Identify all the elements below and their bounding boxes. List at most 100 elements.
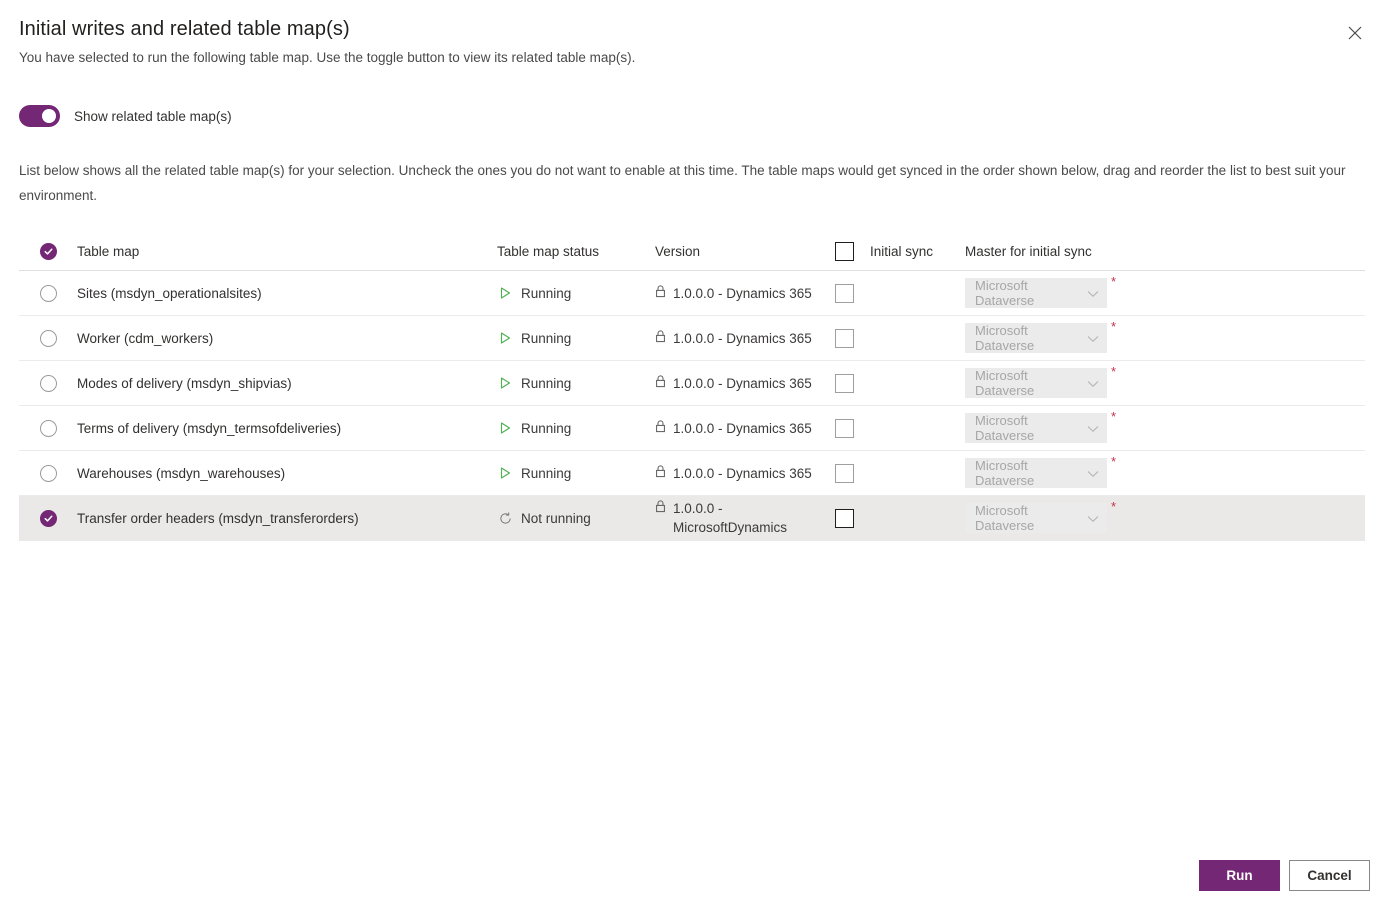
lock-icon xyxy=(655,374,666,391)
master-for-initial-sync-dropdown[interactable]: Microsoft Dataverse xyxy=(965,278,1107,308)
row-initial-sync-cell xyxy=(835,508,965,528)
master-for-initial-sync-dropdown[interactable]: Microsoft Dataverse xyxy=(965,503,1107,533)
row-initial-sync-checkbox[interactable] xyxy=(835,463,854,483)
chevron-down-icon xyxy=(1087,511,1099,526)
row-select-cell xyxy=(19,419,77,437)
row-version: 1.0.0.0 - Dynamics 365 xyxy=(655,374,835,393)
initial-writes-dialog: Initial writes and related table map(s) … xyxy=(0,0,1389,907)
row-version-label: 1.0.0.0 - Dynamics 365 xyxy=(673,285,812,301)
toggle-label: Show related table map(s) xyxy=(74,108,232,124)
row-master-cell: Microsoft Dataverse * xyxy=(965,319,1365,353)
row-status-label: Running xyxy=(521,285,572,301)
table-row[interactable]: Sites (msdyn_operationalsites) Running 1… xyxy=(19,271,1365,316)
row-master-cell: Microsoft Dataverse * xyxy=(965,409,1365,443)
required-asterisk: * xyxy=(1111,409,1117,424)
select-all-circle[interactable] xyxy=(39,243,57,260)
dialog-description: List below shows all the related table m… xyxy=(19,163,1346,203)
row-select-cell xyxy=(19,284,77,302)
row-master-cell: Microsoft Dataverse * xyxy=(965,274,1365,308)
cancel-button[interactable]: Cancel xyxy=(1289,860,1370,891)
row-status-label: Running xyxy=(521,420,572,436)
row-version-label: 1.0.0.0 - Dynamics 365 xyxy=(673,465,812,481)
row-version: 1.0.0.0 - Dynamics 365 xyxy=(655,329,835,348)
table-row[interactable]: Warehouses (msdyn_warehouses) Running 1.… xyxy=(19,451,1365,496)
row-table-map-name: Terms of delivery (msdyn_termsofdeliveri… xyxy=(77,420,342,436)
table-row[interactable]: Terms of delivery (msdyn_termsofdeliveri… xyxy=(19,406,1365,451)
header-initial-sync-label: Initial sync xyxy=(870,244,934,259)
row-status: Running xyxy=(497,466,655,481)
row-status: Running xyxy=(497,376,655,391)
header-master-for-initial-sync: Master for initial sync xyxy=(965,244,1365,259)
row-version: 1.0.0.0 - Dynamics 365 xyxy=(655,419,835,438)
row-select-circle[interactable] xyxy=(39,284,57,302)
row-status: Running xyxy=(497,331,655,346)
master-dropdown-value: Microsoft Dataverse xyxy=(975,413,1035,443)
master-for-initial-sync-dropdown[interactable]: Microsoft Dataverse xyxy=(965,323,1107,353)
master-for-initial-sync-dropdown[interactable]: Microsoft Dataverse xyxy=(965,368,1107,398)
row-initial-sync-checkbox[interactable] xyxy=(835,328,854,348)
table-header-row: Table map Table map status Version Initi… xyxy=(19,233,1365,271)
toggle-knob xyxy=(42,109,56,123)
chevron-down-icon xyxy=(1087,466,1099,481)
row-version: 1.0.0.0 - Dynamics 365 xyxy=(655,464,835,483)
row-select-circle[interactable] xyxy=(39,419,57,437)
show-related-toggle-row: Show related table map(s) xyxy=(19,105,232,127)
master-dropdown-value: Microsoft Dataverse xyxy=(975,458,1035,488)
row-select-cell xyxy=(19,464,77,482)
row-select-circle[interactable] xyxy=(39,329,57,347)
dialog-footer: Run Cancel xyxy=(1199,860,1370,891)
row-status-label: Not running xyxy=(521,510,591,526)
table-row[interactable]: Transfer order headers (msdyn_transferor… xyxy=(19,496,1365,541)
row-initial-sync-checkbox[interactable] xyxy=(835,373,854,393)
play-icon xyxy=(497,422,513,434)
row-select-circle[interactable] xyxy=(39,374,57,392)
play-icon xyxy=(497,467,513,479)
row-initial-sync-cell xyxy=(835,373,965,393)
row-master-cell: Microsoft Dataverse * xyxy=(965,454,1365,488)
show-related-table-maps-toggle[interactable] xyxy=(19,105,60,127)
chevron-down-icon xyxy=(1087,286,1099,301)
lock-icon xyxy=(655,329,666,346)
play-icon xyxy=(497,332,513,344)
row-initial-sync-cell xyxy=(835,463,965,483)
row-select-circle[interactable] xyxy=(39,464,57,482)
master-dropdown-value: Microsoft Dataverse xyxy=(975,323,1035,353)
table-row[interactable]: Worker (cdm_workers) Running 1.0.0.0 - D… xyxy=(19,316,1365,361)
play-icon xyxy=(497,377,513,389)
row-version-label: 1.0.0.0 - Dynamics 365 xyxy=(673,330,812,346)
row-initial-sync-checkbox[interactable] xyxy=(835,418,854,438)
required-asterisk: * xyxy=(1111,319,1117,334)
not-running-icon xyxy=(497,512,513,525)
close-button[interactable] xyxy=(1339,17,1371,49)
master-for-initial-sync-dropdown[interactable]: Microsoft Dataverse xyxy=(965,458,1107,488)
row-select-circle[interactable] xyxy=(39,509,57,527)
initial-sync-select-all-checkbox[interactable] xyxy=(835,242,854,261)
row-initial-sync-checkbox[interactable] xyxy=(835,508,854,528)
row-version: 1.0.0.0 - Dynamics 365 xyxy=(655,284,835,303)
row-initial-sync-checkbox[interactable] xyxy=(835,283,854,303)
dialog-title: Initial writes and related table map(s) xyxy=(19,18,350,40)
row-initial-sync-cell xyxy=(835,418,965,438)
chevron-down-icon xyxy=(1087,331,1099,346)
master-for-initial-sync-dropdown[interactable]: Microsoft Dataverse xyxy=(965,413,1107,443)
lock-icon xyxy=(655,419,666,436)
row-select-cell xyxy=(19,374,77,392)
header-initial-sync-cell: Initial sync xyxy=(835,242,965,261)
row-version-label: 1.0.0.0 - Dynamics 365 xyxy=(673,420,812,436)
row-status: Not running xyxy=(497,511,655,526)
header-version[interactable]: Version xyxy=(655,244,835,259)
row-status-label: Running xyxy=(521,375,572,391)
row-status-label: Running xyxy=(521,465,572,481)
header-table-map[interactable]: Table map xyxy=(77,244,497,259)
play-icon xyxy=(497,287,513,299)
required-asterisk: * xyxy=(1111,274,1117,289)
row-table-map-name: Warehouses (msdyn_warehouses) xyxy=(77,465,286,481)
table-row[interactable]: Modes of delivery (msdyn_shipvias) Runni… xyxy=(19,361,1365,406)
chevron-down-icon xyxy=(1087,421,1099,436)
header-table-map-status[interactable]: Table map status xyxy=(497,244,655,259)
row-version-label: 1.0.0.0 - Dynamics 365 xyxy=(673,375,812,391)
dialog-subtitle: You have selected to run the following t… xyxy=(19,50,636,65)
row-version: 1.0.0.0 - MicrosoftDynamics xyxy=(655,499,835,537)
run-button[interactable]: Run xyxy=(1199,860,1280,891)
row-initial-sync-cell xyxy=(835,328,965,348)
